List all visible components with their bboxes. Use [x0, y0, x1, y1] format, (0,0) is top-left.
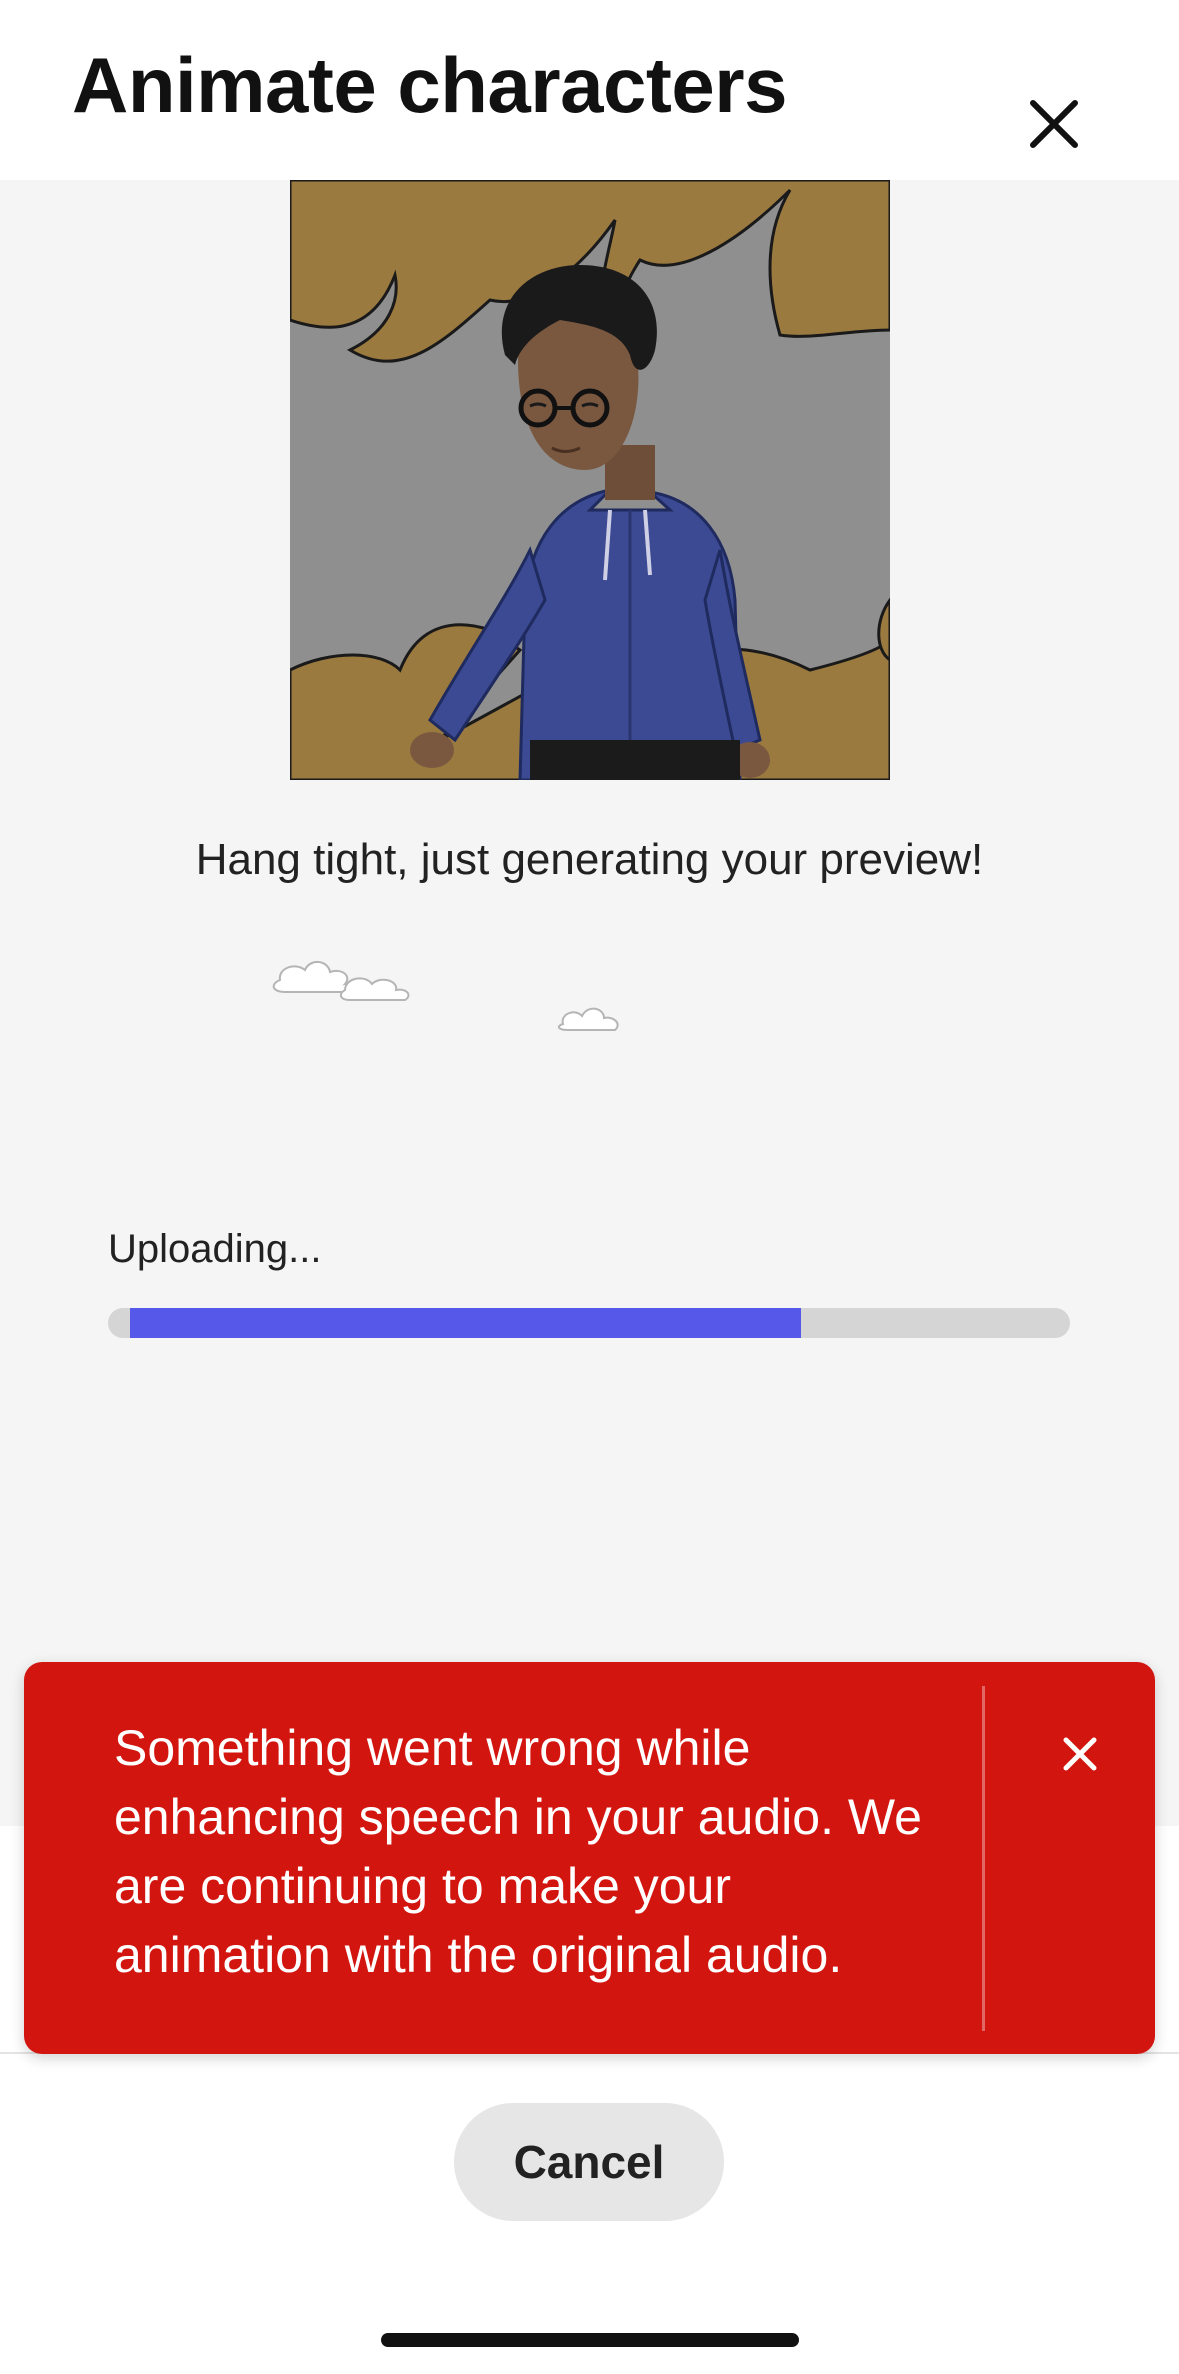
cancel-button[interactable]: Cancel	[454, 2103, 724, 2221]
character-preview-image	[290, 180, 890, 780]
page-title: Animate characters	[72, 41, 788, 129]
preview-panel: Hang tight, just generating your preview…	[0, 180, 1179, 1826]
upload-status-label: Uploading...	[108, 1227, 322, 1271]
toast-close-button[interactable]	[1044, 1718, 1116, 1790]
animate-characters-screen: Animate characters Hang tight, just gene…	[0, 0, 1179, 2374]
toast-divider	[982, 1686, 985, 2031]
upload-progress-bar	[108, 1308, 1070, 1338]
upload-progress-fill	[130, 1308, 801, 1338]
close-icon	[1063, 1737, 1097, 1771]
error-toast: Something went wrong while enhancing spe…	[24, 1662, 1155, 2054]
header: Animate characters	[0, 0, 1179, 180]
generating-status-text: Hang tight, just generating your preview…	[195, 835, 984, 884]
home-indicator[interactable]	[381, 2333, 799, 2347]
cloud-decoration-icon	[272, 961, 619, 1031]
close-button[interactable]	[1012, 82, 1096, 166]
close-icon	[1030, 100, 1078, 148]
error-toast-message: Something went wrong while enhancing spe…	[114, 1720, 922, 1983]
